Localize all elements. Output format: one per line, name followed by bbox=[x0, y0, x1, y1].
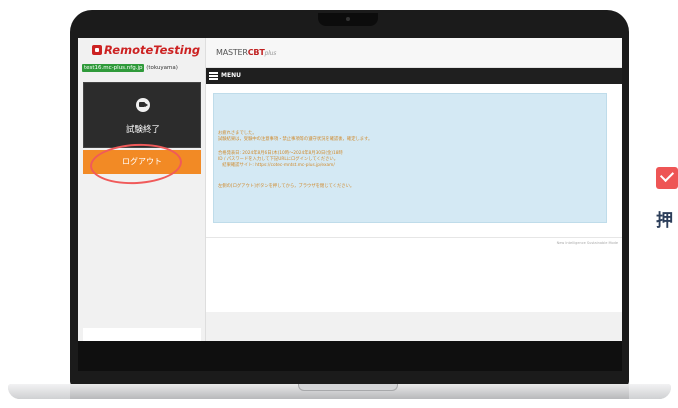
notice-line: 左側の[ログアウト]ボタンを押してから，ブラウザを閉じてください。 bbox=[218, 184, 355, 189]
remote-testing-logo: RemoteTesting bbox=[92, 43, 200, 57]
sidebar-footer-panel bbox=[83, 328, 201, 341]
notice-line-url: 結果確認サイト: https://cotec-mntst.mc-plus.jp/… bbox=[218, 163, 335, 168]
screen-bezel-bottom bbox=[78, 341, 622, 371]
hamburger-icon[interactable] bbox=[209, 72, 218, 80]
main-content: MASTERCBTplus MENU お疲れさまでした。 試験結果は，受験中の注… bbox=[206, 38, 622, 341]
browser-screen: RemoteTesting test16.mc-plus.nfg.jp (tok… bbox=[78, 38, 622, 341]
sidebar: RemoteTesting test16.mc-plus.nfg.jp (tok… bbox=[78, 38, 206, 341]
webcam-icon bbox=[346, 17, 350, 21]
page-footer-band bbox=[206, 312, 622, 341]
menu-label[interactable]: MENU bbox=[221, 72, 241, 79]
laptop-mockup: RemoteTesting test16.mc-plus.nfg.jp (tok… bbox=[0, 0, 678, 408]
exam-end-label: 試験終了 bbox=[125, 125, 160, 135]
user-name: (tokuyama) bbox=[146, 65, 178, 71]
menu-bar[interactable]: MENU bbox=[206, 68, 622, 84]
caption-text: 押 bbox=[656, 211, 673, 231]
master-cbt-logo: MASTERCBTplus bbox=[216, 48, 277, 57]
header-bar: MASTERCBTplus bbox=[206, 38, 622, 68]
laptop-base-right bbox=[629, 384, 671, 399]
laptop-base-left bbox=[8, 384, 70, 399]
checkbox-check-icon bbox=[656, 167, 678, 189]
logout-highlight-circle bbox=[89, 141, 183, 187]
completion-notice: お疲れさまでした。 試験結果は，受験中の注意事項・禁止事項等の遵守状況を確認後，… bbox=[213, 93, 607, 223]
user-id-badge: test16.mc-plus.nfg.jp bbox=[82, 64, 145, 72]
laptop-hinge-notch bbox=[298, 384, 398, 391]
logo-mark-icon bbox=[92, 45, 102, 55]
logo-text: RemoteTesting bbox=[104, 43, 201, 57]
divider bbox=[206, 237, 622, 238]
exam-end-button[interactable]: 試験終了 bbox=[83, 82, 201, 148]
footer-text: New Intelligence Sustainable Mode bbox=[556, 241, 618, 245]
notice-line: 試験結果は，受験中の注意事項・禁止事項等の遵守状況を確認後，確定します。 bbox=[218, 137, 373, 142]
user-info: test16.mc-plus.nfg.jp (tokuyama) bbox=[82, 64, 178, 72]
